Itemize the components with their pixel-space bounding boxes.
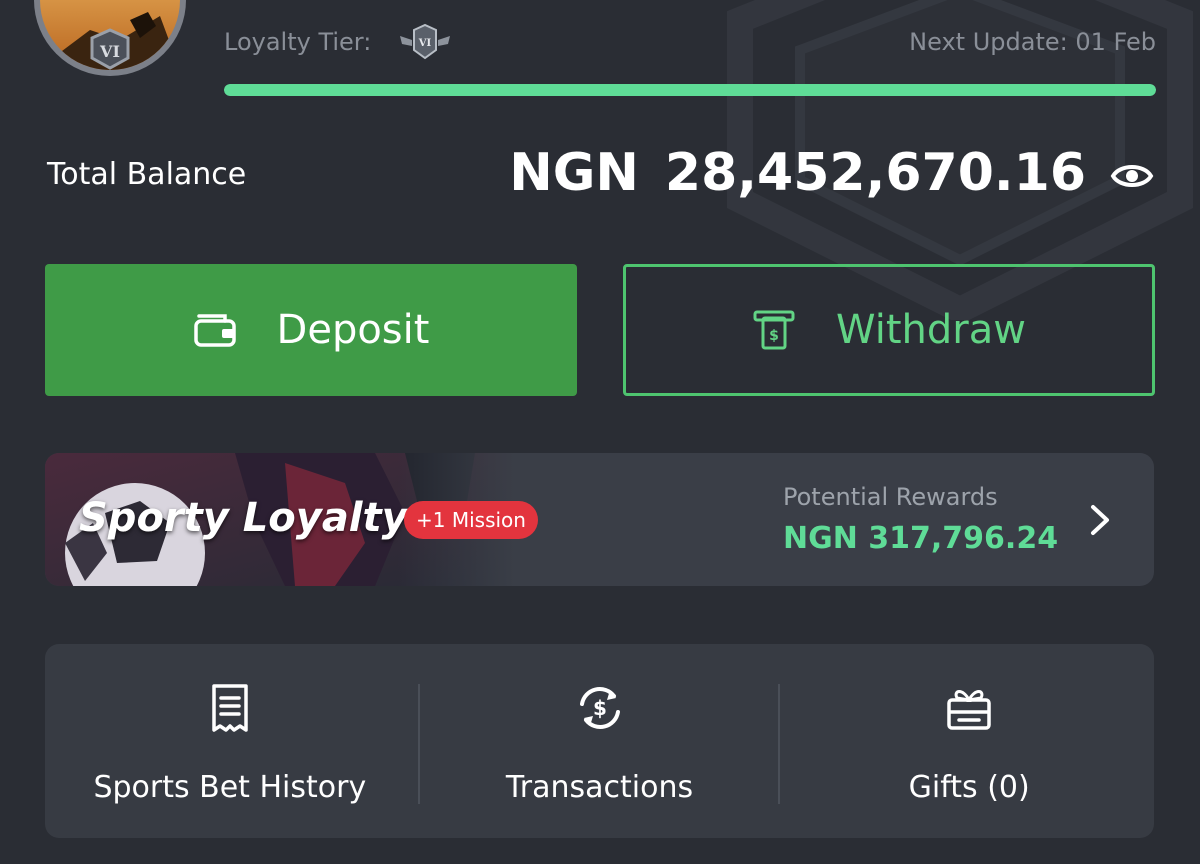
potential-rewards-label: Potential Rewards — [783, 483, 998, 511]
balance-value: 28,452,670.16 — [664, 143, 1086, 203]
transactions-link[interactable]: $ Transactions — [415, 644, 785, 838]
atm-cash-icon: $ — [753, 310, 795, 350]
divider — [418, 684, 420, 804]
withdraw-label: Withdraw — [836, 307, 1026, 353]
deposit-label: Deposit — [276, 307, 430, 353]
potential-rewards-value: NGN 317,796.24 — [783, 521, 1059, 556]
sports-bet-history-label: Sports Bet History — [93, 770, 367, 805]
tier-badge-icon: VI — [400, 23, 450, 60]
avatar[interactable]: VI — [30, 0, 190, 80]
withdraw-button[interactable]: $ Withdraw — [623, 264, 1155, 396]
next-update-text: Next Update: 01 Feb — [909, 28, 1156, 56]
receipt-icon — [212, 684, 248, 732]
divider — [778, 684, 780, 804]
gifts-link[interactable]: Gifts (0) — [784, 644, 1154, 838]
chevron-right-icon — [1091, 505, 1109, 535]
balance-currency: NGN — [509, 143, 639, 203]
sporty-loyalty-banner[interactable]: Sporty Loyalty +1 Mission Potential Rewa… — [45, 453, 1154, 586]
loyalty-tier-row: Loyalty Tier: VI Next Update: 01 Feb — [224, 23, 1156, 66]
avatar-badge-text: VI — [99, 42, 120, 61]
loyalty-title: Sporty Loyalty — [79, 495, 408, 541]
wallet-icon — [193, 314, 236, 347]
mission-badge: +1 Mission — [404, 501, 538, 539]
gift-icon — [947, 690, 991, 730]
loyalty-progress-bar — [224, 84, 1156, 96]
loyalty-progress-fill — [224, 84, 1156, 96]
loyalty-tier-label: Loyalty Tier: — [224, 28, 372, 56]
deposit-button[interactable]: Deposit — [45, 264, 577, 396]
gifts-label: Gifts (0) — [908, 770, 1030, 805]
quick-links-panel: Sports Bet History $ Transactions Gifts … — [45, 644, 1154, 838]
transactions-label: Transactions — [505, 770, 694, 805]
total-balance-label: Total Balance — [47, 157, 247, 192]
svg-text:$: $ — [769, 328, 779, 344]
svg-text:$: $ — [593, 696, 607, 720]
total-balance-amount: NGN 28,452,670.16 — [509, 143, 1086, 203]
eye-icon[interactable] — [1110, 156, 1154, 196]
currency-exchange-icon: $ — [579, 687, 620, 729]
tier-badge-text: VI — [418, 38, 432, 49]
sports-bet-history-link[interactable]: Sports Bet History — [45, 644, 415, 838]
